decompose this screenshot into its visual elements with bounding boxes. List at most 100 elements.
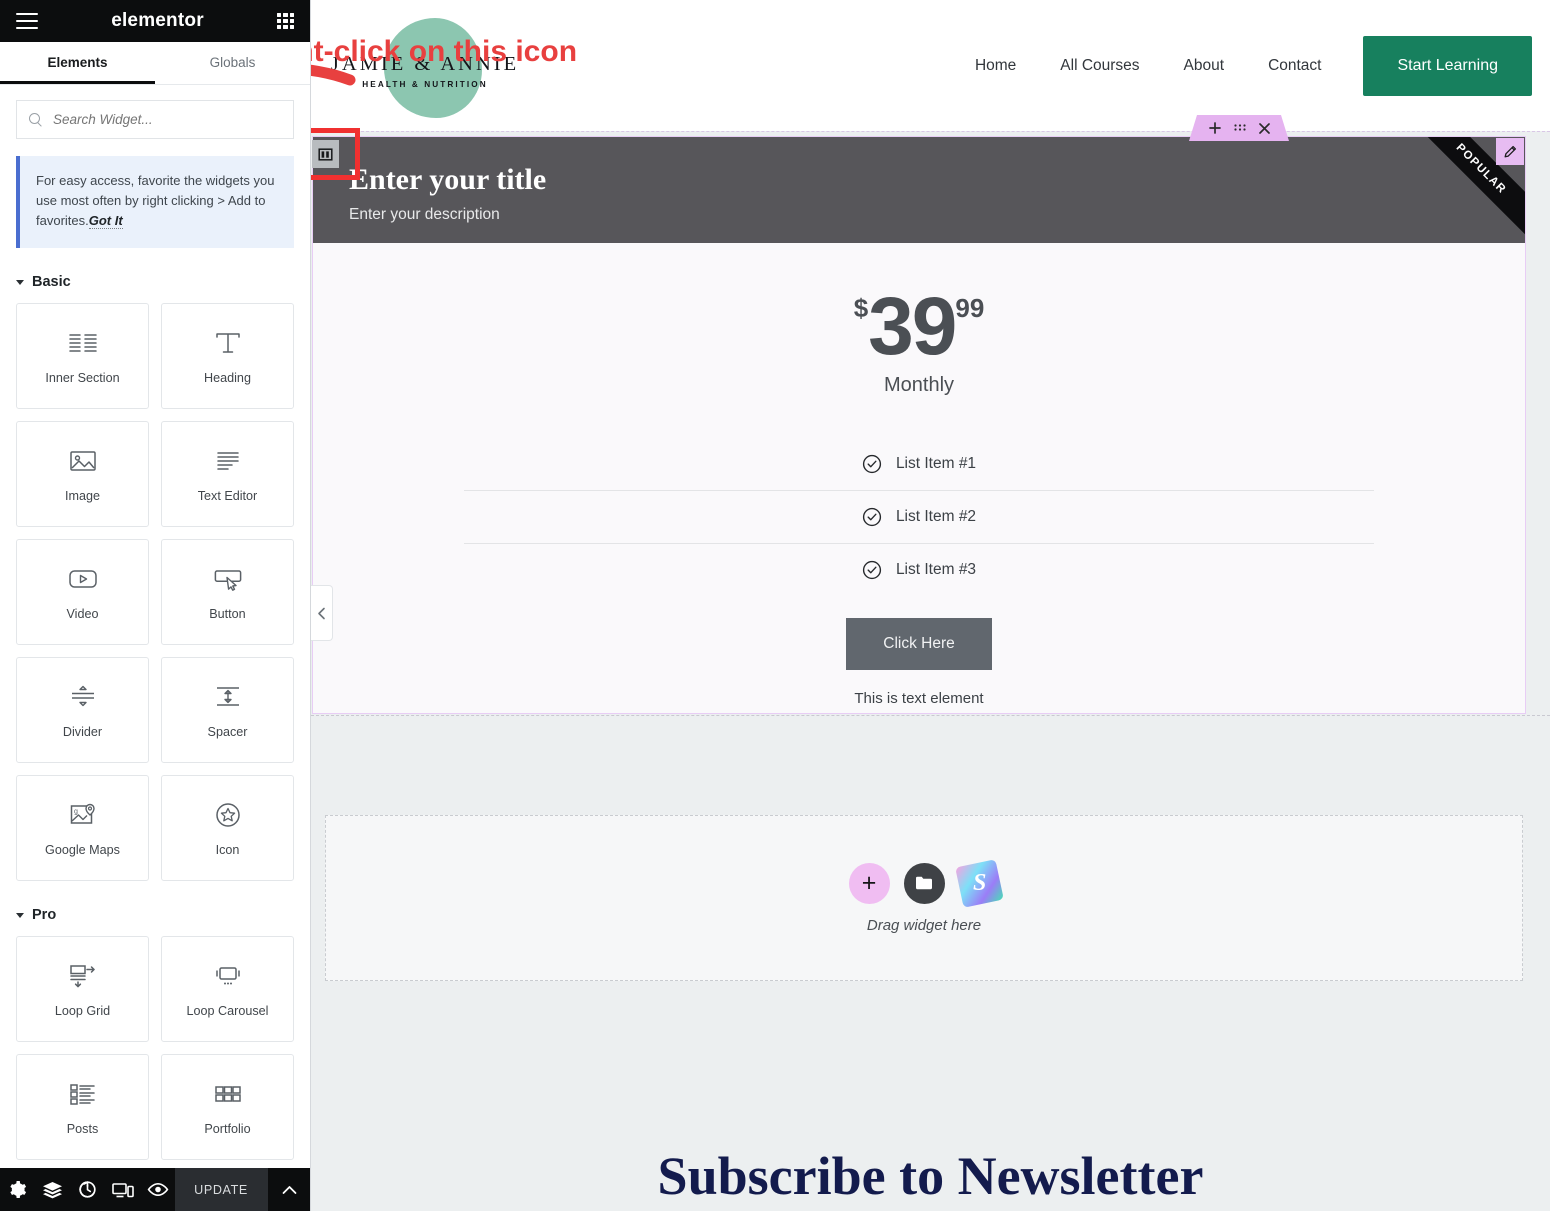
- widget-label: Divider: [62, 724, 103, 739]
- category-header-basic[interactable]: Basic: [0, 248, 310, 303]
- google-maps-icon: g: [66, 800, 100, 830]
- notice-text: For easy access, favorite the widgets yo…: [36, 173, 275, 228]
- price-period: Monthly: [883, 374, 955, 396]
- spacer-icon: [211, 682, 245, 712]
- inner-section-icon: [66, 328, 100, 358]
- widget-label: Loop Grid: [54, 1003, 111, 1018]
- widget-label: Text Editor: [197, 488, 258, 503]
- widget-icon[interactable]: Icon: [161, 775, 294, 881]
- update-button[interactable]: UPDATE: [175, 1168, 267, 1211]
- posts-icon: [66, 1079, 100, 1109]
- widget-label: Button: [209, 606, 246, 621]
- hamburger-icon[interactable]: [16, 13, 38, 29]
- widget-image[interactable]: Image: [16, 421, 149, 527]
- chevron-up-icon[interactable]: [267, 1168, 310, 1211]
- pricing-title: Enter your title: [349, 163, 547, 196]
- chevron-down-icon: [16, 279, 24, 285]
- drop-widget-area[interactable]: + S Drag widget here: [325, 815, 1523, 981]
- layers-navigator-icon[interactable]: [35, 1181, 70, 1199]
- folder-icon[interactable]: [903, 862, 945, 904]
- empty-section: + S Drag widget here: [311, 724, 1550, 1091]
- list-item-label: List Item #1: [895, 455, 977, 472]
- apps-grid-icon[interactable]: [277, 12, 294, 30]
- editor-root: JAMIE & ANNIE HEALTH & NUTRITION Home Al…: [0, 0, 1550, 1211]
- panel-footer: UPDATE: [0, 1168, 310, 1211]
- widget-label: Inner Section: [45, 370, 120, 385]
- nav-item-about[interactable]: About: [1162, 57, 1247, 75]
- newsletter-section: Subscribe to Newsletter: [311, 1091, 1550, 1211]
- search-box[interactable]: [16, 100, 294, 139]
- price-integer: 39: [868, 281, 957, 372]
- plus-icon[interactable]: [1208, 122, 1221, 134]
- nav-item-contact[interactable]: Contact: [1246, 57, 1343, 75]
- widget-spacer[interactable]: Spacer: [161, 657, 294, 763]
- nav-item-home[interactable]: Home: [953, 57, 1038, 75]
- widget-text-editor[interactable]: Text Editor: [161, 421, 294, 527]
- close-x-icon[interactable]: [1258, 122, 1270, 134]
- settings-gear-icon[interactable]: [0, 1180, 35, 1199]
- widget-google-maps[interactable]: g Google Maps: [16, 775, 149, 881]
- price-currency: $: [853, 293, 869, 323]
- tab-globals[interactable]: Globals: [155, 42, 310, 84]
- templates-kit-icon[interactable]: S: [954, 858, 1004, 908]
- list-item-label: List Item #3: [895, 561, 977, 578]
- widget-label: Image: [64, 488, 100, 503]
- widget-button[interactable]: Button: [161, 539, 294, 645]
- search-wrapper: [0, 85, 310, 139]
- section-toolbar: [1189, 115, 1289, 141]
- eye-preview-icon[interactable]: [140, 1182, 175, 1197]
- panel-collapse-button[interactable]: [311, 585, 333, 641]
- pricing-footer-text: This is text element: [854, 690, 984, 707]
- video-icon: [66, 564, 100, 594]
- widget-posts[interactable]: Posts: [16, 1054, 149, 1160]
- check-circle-icon: [862, 507, 882, 527]
- widget-portfolio[interactable]: Portfolio: [161, 1054, 294, 1160]
- click-here-button[interactable]: Click Here: [846, 618, 992, 670]
- drag-dots-icon[interactable]: [1233, 123, 1246, 133]
- search-input[interactable]: [53, 112, 293, 127]
- widget-label: Loop Carousel: [186, 1003, 269, 1018]
- logo-line-2: HEALTH & NUTRITION: [362, 79, 488, 89]
- favorites-notice: For easy access, favorite the widgets yo…: [16, 156, 294, 248]
- loop-grid-icon: [66, 961, 100, 991]
- category-header-pro[interactable]: Pro: [0, 881, 310, 936]
- pricing-header: Enter your title Enter your description …: [313, 137, 1525, 243]
- pricing-body: $ 39 99 Monthly List Item #1 List Item #…: [313, 243, 1525, 707]
- nav-item-all-courses[interactable]: All Courses: [1038, 57, 1161, 75]
- got-it-button[interactable]: Got It: [88, 213, 123, 229]
- responsive-devices-icon[interactable]: [105, 1181, 140, 1199]
- widget-loop-grid[interactable]: Loop Grid: [16, 936, 149, 1042]
- pricing-table-widget[interactable]: Enter your title Enter your description …: [312, 136, 1526, 714]
- widget-label: Portfolio: [204, 1121, 251, 1136]
- pricing-price: $ 39 99: [854, 286, 985, 368]
- widget-heading[interactable]: Heading: [161, 303, 294, 409]
- list-item: List Item #2: [464, 490, 1374, 543]
- widget-loop-carousel[interactable]: Loop Carousel: [161, 936, 294, 1042]
- tab-elements[interactable]: Elements: [0, 42, 155, 84]
- widget-divider[interactable]: Divider: [16, 657, 149, 763]
- button-icon: [211, 564, 245, 594]
- column-layout-icon[interactable]: [312, 140, 339, 168]
- list-item: List Item #1: [464, 438, 1374, 490]
- site-nav: Home All Courses About Contact Start Lea…: [953, 35, 1550, 96]
- search-icon: [29, 112, 43, 127]
- check-circle-icon: [862, 560, 882, 580]
- start-learning-button[interactable]: Start Learning: [1363, 35, 1532, 96]
- chevron-down-icon: [16, 912, 24, 918]
- widget-label: Google Maps: [45, 842, 120, 857]
- widget-label: Icon: [215, 842, 240, 857]
- preview-canvas: JAMIE & ANNIE HEALTH & NUTRITION Home Al…: [311, 0, 1550, 1211]
- pencil-edit-icon[interactable]: [1496, 138, 1524, 165]
- price-fraction: 99: [955, 293, 985, 323]
- elementor-logo-text: elementor: [111, 10, 204, 31]
- widget-video[interactable]: Video: [16, 539, 149, 645]
- pricing-table-section: Enter your title Enter your description …: [311, 131, 1550, 716]
- widget-inner-section[interactable]: Inner Section: [16, 303, 149, 409]
- category-title: Pro: [32, 907, 57, 923]
- list-item-label: List Item #2: [895, 508, 977, 525]
- add-widget-icon[interactable]: +: [848, 862, 890, 904]
- widget-label: Heading: [204, 370, 251, 385]
- history-clock-icon[interactable]: [70, 1180, 105, 1199]
- panel-header: elementor: [0, 0, 310, 42]
- list-item: List Item #3: [464, 543, 1374, 596]
